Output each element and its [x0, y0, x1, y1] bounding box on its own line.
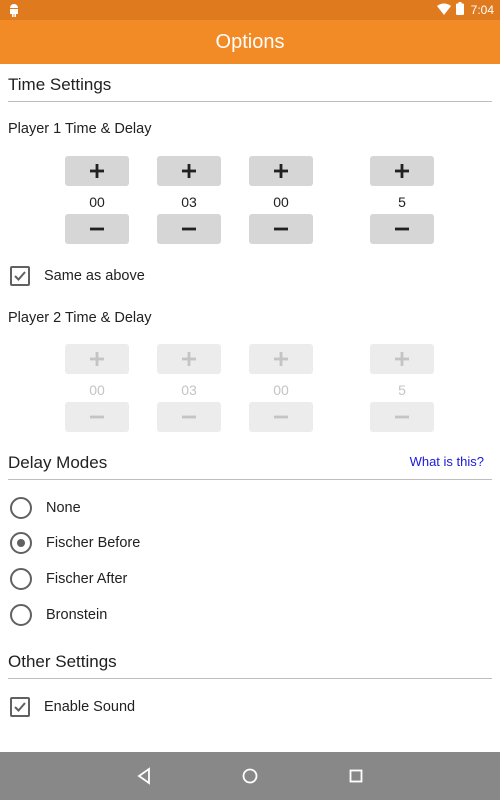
checkbox-label: Same as above [44, 268, 145, 284]
player1-minutes-stepper: 03 [157, 156, 221, 244]
minus-icon [274, 227, 288, 231]
stepper-value: 03 [181, 382, 197, 398]
home-icon[interactable] [240, 766, 260, 786]
stepper-value: 00 [89, 194, 105, 210]
radio-button-selected[interactable] [10, 532, 32, 554]
clock: 7:04 [470, 3, 494, 17]
navigation-bar [0, 752, 500, 800]
radio-button[interactable] [10, 568, 32, 590]
increment-button[interactable] [157, 344, 221, 374]
stepper-value: 00 [89, 382, 105, 398]
plus-icon [274, 164, 288, 178]
section-title: Other Settings [8, 652, 117, 671]
radio-fischer-before[interactable]: Fischer Before [8, 531, 140, 555]
radio-none[interactable]: None [8, 496, 81, 520]
decrement-button[interactable] [249, 402, 313, 432]
radio-label: Fischer Before [46, 535, 141, 551]
radio-button[interactable] [10, 604, 32, 626]
section-title: Time Settings [8, 75, 112, 94]
minus-icon [274, 415, 288, 419]
stepper-value: 03 [181, 194, 197, 210]
minus-icon [182, 415, 196, 419]
decrement-button[interactable] [65, 214, 129, 244]
stepper-value: 00 [273, 382, 289, 398]
radio-bronstein[interactable]: Bronstein [8, 603, 107, 627]
minus-icon [90, 415, 104, 419]
increment-button[interactable] [249, 344, 313, 374]
app-bar: Options [0, 20, 500, 64]
radio-label: None [46, 500, 81, 516]
decrement-button[interactable] [157, 402, 221, 432]
radio-button[interactable] [10, 497, 32, 519]
section-title: Delay Modes [8, 453, 108, 472]
player2-minutes-stepper: 03 [157, 344, 221, 432]
minus-icon [395, 227, 409, 231]
plus-icon [274, 352, 288, 366]
radio-dot [17, 539, 25, 547]
checkmark-icon [14, 271, 26, 281]
battery-icon [455, 2, 464, 18]
minus-icon [395, 415, 409, 419]
checkbox-label: Enable Sound [44, 699, 136, 715]
checkbox-checked[interactable] [10, 697, 30, 717]
player1-seconds-stepper: 00 [249, 156, 313, 244]
radio-label: Bronstein [46, 607, 108, 623]
increment-button[interactable] [157, 156, 221, 186]
decrement-button[interactable] [249, 214, 313, 244]
player2-label: Player 2 Time & Delay [8, 310, 152, 326]
checkbox-checked[interactable] [10, 266, 30, 286]
section-header-time-settings: Time Settings [8, 64, 492, 102]
same-as-above-checkbox[interactable]: Same as above [8, 264, 145, 288]
plus-icon [395, 352, 409, 366]
stepper-value: 5 [398, 382, 406, 398]
plus-icon [395, 164, 409, 178]
player1-delay-stepper: 5 [370, 156, 434, 244]
checkmark-icon [14, 702, 26, 712]
decrement-button[interactable] [65, 402, 129, 432]
player2-seconds-stepper: 00 [249, 344, 313, 432]
radio-fischer-after[interactable]: Fischer After [8, 567, 127, 591]
what-is-this-link[interactable]: What is this? [410, 454, 484, 469]
status-bar: 7:04 [0, 0, 500, 20]
player1-label: Player 1 Time & Delay [8, 121, 152, 137]
decrement-button[interactable] [370, 214, 434, 244]
increment-button[interactable] [370, 344, 434, 374]
increment-button[interactable] [65, 156, 129, 186]
player1-hours-stepper: 00 [65, 156, 129, 244]
increment-button[interactable] [370, 156, 434, 186]
plus-icon [182, 352, 196, 366]
page-title: Options [215, 30, 285, 53]
minus-icon [90, 227, 104, 231]
radio-label: Fischer After [46, 571, 128, 587]
plus-icon [182, 164, 196, 178]
enable-sound-checkbox[interactable]: Enable Sound [8, 695, 135, 719]
back-icon[interactable] [135, 766, 155, 786]
player2-hours-stepper: 00 [65, 344, 129, 432]
stepper-value: 00 [273, 194, 289, 210]
player2-delay-stepper: 5 [370, 344, 434, 432]
increment-button[interactable] [249, 156, 313, 186]
section-header-delay-modes: Delay Modes What is this? [8, 442, 492, 480]
status-icons: 7:04 [436, 2, 494, 18]
stepper-value: 5 [398, 194, 406, 210]
plus-icon [90, 352, 104, 366]
decrement-button[interactable] [157, 214, 221, 244]
increment-button[interactable] [65, 344, 129, 374]
decrement-button[interactable] [370, 402, 434, 432]
recents-icon[interactable] [346, 766, 366, 786]
wifi-icon [436, 3, 451, 18]
section-header-other-settings: Other Settings [8, 641, 492, 679]
minus-icon [182, 227, 196, 231]
plus-icon [90, 164, 104, 178]
